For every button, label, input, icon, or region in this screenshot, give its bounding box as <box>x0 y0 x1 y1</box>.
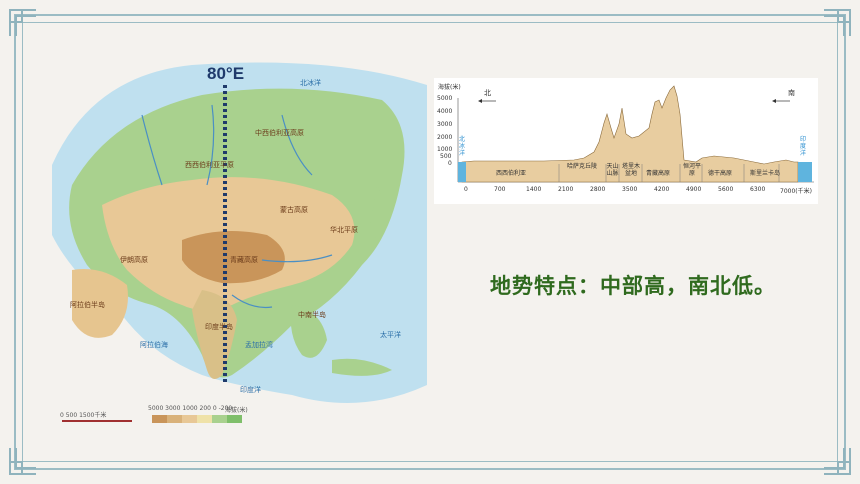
south-label: 南 <box>788 89 795 97</box>
asia-topographic-map <box>32 55 432 440</box>
region-label: 西西伯利亚 <box>496 170 527 177</box>
terrain-profile-chart: 海拔(米) 5000 4000 3000 2000 1000 500 0 北 南… <box>434 78 818 204</box>
map-label: 中西伯利亚高原 <box>255 129 304 137</box>
map-label: 阿拉伯海 <box>140 341 168 349</box>
map-label: 伊朗高原 <box>120 256 148 264</box>
map-label: 印度半岛 <box>205 323 233 331</box>
north-label: 北 <box>484 89 491 97</box>
map-label: 太平洋 <box>380 331 401 339</box>
map-label: 青藏高原 <box>230 256 258 264</box>
map-label: 阿拉伯半岛 <box>70 301 105 309</box>
region-label: 天山山脉 <box>606 163 619 177</box>
corner-ornament-icon <box>824 9 851 36</box>
profile-y-tick: 3000 <box>437 121 453 128</box>
profile-x-tick: 2800 <box>590 186 606 193</box>
map-label: 印度洋 <box>240 386 261 394</box>
map-legend-title: 海拔(米) <box>225 405 248 414</box>
profile-x-tick: 4200 <box>654 186 670 193</box>
terrain-feature-headline: 地势特点：中部高，南北低。 <box>490 274 776 298</box>
region-label: 哈萨克丘陵 <box>566 163 597 170</box>
profile-x-tick: 5600 <box>718 186 734 193</box>
profile-x-tick: 3500 <box>622 186 638 193</box>
profile-x-tick: 1400 <box>526 186 542 193</box>
profile-x-tick: 0 <box>464 186 468 193</box>
indian-ocean-label: 印度洋 <box>800 136 807 157</box>
map-label: 孟加拉湾 <box>245 341 273 349</box>
profile-y-tick: 2000 <box>437 134 453 141</box>
profile-x-tick: 700 <box>494 186 506 193</box>
profile-x-tick: 4900 <box>686 186 702 193</box>
region-label: 斯里兰卡岛 <box>750 170 781 177</box>
profile-y-tick: 0 <box>448 160 452 167</box>
map-label: 蒙古高原 <box>280 206 308 214</box>
map-legend: 5000 3000 1000 200 0 -200 <box>148 405 232 412</box>
profile-x-tick: 7000(千米) <box>780 188 812 195</box>
legend-title-text: 海拔(米) <box>225 407 248 414</box>
region-label: 塔里木盆地 <box>621 163 640 177</box>
region-label: 恒河平原 <box>682 163 701 177</box>
corner-ornament-icon <box>9 448 36 475</box>
profile-x-tick: 6300 <box>750 186 766 193</box>
profile-y-tick: 5000 <box>437 95 453 102</box>
map-scale: 0 500 1500千米 <box>60 410 106 419</box>
profile-y-tick: 500 <box>440 153 452 160</box>
region-label: 青藏高原 <box>646 170 671 177</box>
profile-y-tick: 1000 <box>437 146 453 153</box>
map-label: 西西伯利亚平原 <box>185 161 234 169</box>
profile-x-tick: 2100 <box>558 186 574 193</box>
corner-ornament-icon <box>824 448 851 475</box>
map-label: 华北平原 <box>330 226 358 234</box>
map-label: 中南半岛 <box>298 311 326 319</box>
map-label: 北冰洋 <box>300 79 321 87</box>
meridian-label: 80°E <box>207 64 245 83</box>
region-label: 德干高原 <box>708 170 733 177</box>
arctic-ocean-label: 北冰洋 <box>459 136 466 157</box>
scale-label: 0 500 1500千米 <box>60 412 107 419</box>
profile-y-title: 海拔(米) <box>438 84 461 91</box>
profile-y-tick: 4000 <box>437 108 453 115</box>
corner-ornament-icon <box>9 9 36 36</box>
legend-values: 5000 3000 1000 200 0 -200 <box>148 405 233 412</box>
